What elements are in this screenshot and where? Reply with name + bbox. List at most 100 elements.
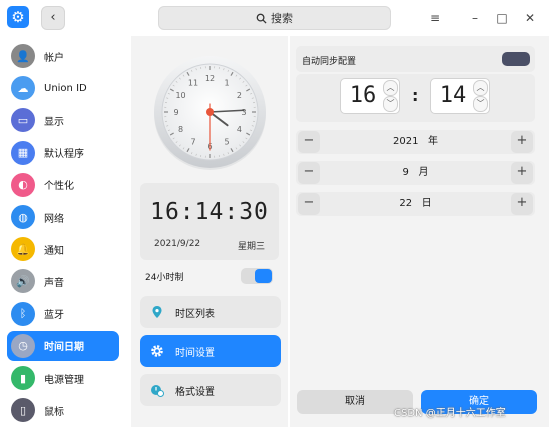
minimize-button[interactable]: – — [465, 8, 485, 28]
month-value: 9 月 — [402, 167, 429, 178]
menu-label: 时区列表 — [175, 308, 215, 320]
sidebar-item-label: 时间日期 — [44, 342, 84, 354]
svg-text:5: 5 — [224, 137, 229, 146]
sidebar-item[interactable]: 👤 帐户 — [7, 41, 119, 71]
default-apps-icon: ▦ — [11, 140, 35, 165]
svg-text:3: 3 — [241, 108, 246, 117]
year-decrease-button[interactable]: − — [298, 131, 320, 153]
day-increase-button[interactable]: + — [511, 193, 533, 215]
sidebar-item[interactable]: ▦ 默认程序 — [7, 138, 119, 168]
minute-decrease-button[interactable]: ﹀ — [473, 96, 488, 112]
sidebar-item[interactable]: ▯ 鼠标 — [7, 395, 119, 425]
title-bar: ⚙ ‹ 搜索 ≡ – □ ✕ — [0, 0, 549, 36]
sidebar-item[interactable]: 🔊 声音 — [7, 266, 119, 296]
auto-sync-toggle[interactable] — [502, 52, 530, 66]
cloud-icon: ☁ — [11, 76, 35, 101]
format-icon — [149, 382, 165, 398]
hour-increase-button[interactable]: ︿ — [383, 80, 398, 96]
auto-sync-row: 自动同步配置 — [296, 46, 535, 72]
search-input[interactable]: 搜索 — [158, 6, 391, 30]
svg-text:8: 8 — [178, 125, 183, 134]
svg-text:7: 7 — [190, 137, 195, 146]
sidebar-item-label: 电源管理 — [44, 374, 84, 386]
menu-time-settings[interactable]: 时间设置 — [140, 335, 281, 367]
clock-icon: ◷ — [11, 333, 35, 358]
sidebar-item-label: 默认程序 — [44, 149, 84, 161]
power-icon: ▮ — [11, 366, 35, 390]
hour24-toggle[interactable] — [241, 268, 273, 284]
sidebar-item-label: 声音 — [44, 277, 64, 289]
sidebar-item-label: 个性化 — [44, 181, 74, 193]
bell-icon: 🔔 — [11, 237, 35, 262]
time-spinners: 16 ︿ ﹀ : 14 ︿ ﹀ — [296, 74, 535, 122]
svg-text:9: 9 — [173, 108, 178, 117]
time-separator: : — [412, 86, 419, 105]
year-row: − 2021 年 + — [296, 130, 535, 154]
menu-timezone-list[interactable]: 时区列表 — [140, 296, 281, 328]
svg-text:10: 10 — [175, 91, 185, 100]
digital-time: 16:14:30 — [150, 199, 269, 225]
sidebar-item[interactable]: ◐ 个性化 — [7, 170, 119, 200]
svg-text:12: 12 — [205, 74, 215, 83]
back-button[interactable]: ‹ — [41, 6, 65, 30]
sidebar-item[interactable]: ☁ Union ID — [7, 73, 119, 103]
sidebar-item-label: Union ID — [44, 82, 87, 94]
speaker-icon: 🔊 — [11, 269, 35, 294]
day-value: 22 日 — [399, 198, 432, 209]
mouse-icon: ▯ — [11, 398, 35, 423]
month-increase-button[interactable]: + — [511, 162, 533, 184]
time-settings-panel: 自动同步配置 16 ︿ ﹀ : 14 ︿ ﹀ − 2021 年 + − 9 月 … — [290, 36, 549, 427]
search-placeholder: 搜索 — [271, 12, 293, 25]
sidebar-item[interactable]: ◍ 网络 — [7, 202, 119, 232]
personalization-icon: ◐ — [11, 172, 35, 197]
day-decrease-button[interactable]: − — [298, 193, 320, 215]
hour-decrease-button[interactable]: ﹀ — [383, 96, 398, 112]
watermark-text: CSDN @正月十六工作室 — [394, 408, 506, 419]
svg-text:1: 1 — [224, 79, 229, 88]
sidebar-item[interactable]: ᛒ 蓝牙 — [7, 299, 119, 329]
month-row: − 9 月 + — [296, 161, 535, 185]
month-decrease-button[interactable]: − — [298, 162, 320, 184]
sidebar-item-label: 蓝牙 — [44, 310, 64, 322]
sidebar-item-label: 鼠标 — [44, 406, 64, 418]
sidebar-item[interactable]: 🔔 通知 — [7, 234, 119, 264]
menu-format-settings[interactable]: 格式设置 — [140, 374, 281, 406]
menu-label: 时间设置 — [175, 347, 215, 359]
auto-sync-label: 自动同步配置 — [302, 57, 357, 67]
maximize-button[interactable]: □ — [492, 8, 512, 28]
gear-icon — [149, 343, 165, 359]
hour-value: 16 — [349, 83, 377, 108]
bluetooth-icon: ᛒ — [11, 301, 35, 326]
settings-app-icon: ⚙ — [7, 6, 29, 28]
menu-button[interactable]: ≡ — [425, 8, 445, 28]
hour24-label: 24小时制 — [145, 273, 184, 283]
clock-panel: 123456789101112 16:14:30 2021/9/22 星期三 2… — [131, 36, 288, 427]
svg-text:2: 2 — [237, 91, 242, 100]
sidebar-item[interactable]: ◷ 时间日期 — [7, 330, 119, 361]
digital-clock-card: 16:14:30 2021/9/22 星期三 — [140, 183, 279, 260]
day-row: − 22 日 + — [296, 192, 535, 216]
minute-value: 14 — [439, 83, 467, 108]
network-icon: ◍ — [11, 205, 35, 229]
sidebar: 👤 帐户 ☁ Union ID ▭ 显示 ▦ 默认程序 ◐ 个性化 ◍ 网络 🔔 通知 🔊 声音 ᛒ 蓝牙 ◷ 时间日… — [0, 36, 127, 427]
timezone-icon — [149, 304, 165, 320]
sidebar-item[interactable]: ▮ 电源管理 — [7, 363, 119, 393]
sidebar-item-label: 显示 — [44, 116, 64, 128]
close-button[interactable]: ✕ — [520, 8, 540, 28]
sidebar-item-label: 帐户 — [44, 52, 64, 64]
display-icon: ▭ — [11, 108, 35, 133]
sidebar-item[interactable]: ▭ 显示 — [7, 105, 119, 135]
analog-clock: 123456789101112 — [152, 54, 268, 170]
search-icon — [256, 13, 267, 24]
sidebar-item-label: 网络 — [44, 213, 64, 225]
svg-text:4: 4 — [237, 125, 242, 134]
svg-text:11: 11 — [188, 79, 198, 88]
minute-spinner[interactable]: 14 ︿ ﹀ — [430, 78, 490, 114]
account-icon: 👤 — [11, 44, 35, 68]
current-date: 2021/9/22 — [154, 239, 201, 249]
current-weekday: 星期三 — [237, 242, 265, 252]
menu-label: 格式设置 — [175, 386, 215, 398]
hour-spinner[interactable]: 16 ︿ ﹀ — [340, 78, 400, 114]
year-increase-button[interactable]: + — [511, 131, 533, 153]
minute-increase-button[interactable]: ︿ — [473, 80, 488, 96]
